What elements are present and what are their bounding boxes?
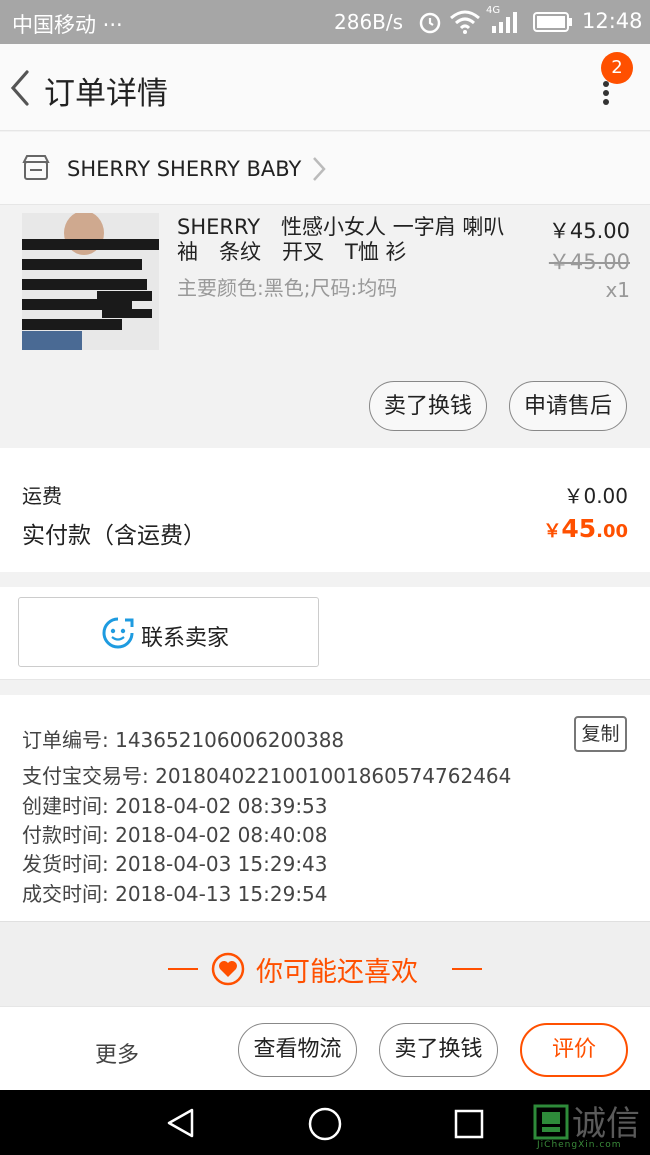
home-circle-icon[interactable] bbox=[307, 1106, 343, 1142]
paid-decimal: .00 bbox=[596, 521, 628, 542]
resell-button[interactable]: 卖了换钱 bbox=[369, 381, 487, 431]
recommend-header: 你可能还喜欢 bbox=[0, 922, 650, 1006]
product-image[interactable] bbox=[22, 213, 159, 350]
product-title[interactable]: SHERRY 性感小女人 一字肩 喇叭袖 条纹 开叉 T恤 衫 bbox=[177, 215, 507, 265]
copy-button[interactable]: 复制 bbox=[574, 716, 627, 752]
product-quantity: x1 bbox=[605, 278, 630, 302]
contact-seller-button[interactable]: 联系卖家 bbox=[18, 597, 319, 667]
shop-row[interactable]: SHERRY SHERRY BABY bbox=[0, 132, 650, 205]
chat-face-icon bbox=[102, 617, 134, 649]
chevron-right-icon bbox=[313, 157, 326, 181]
order-number: 订单编号: 143652106006200388 bbox=[22, 728, 345, 752]
divider bbox=[168, 968, 198, 970]
striped-top-image bbox=[22, 213, 159, 350]
alipay-trade-number: 支付宝交易号: 2018040221001001860574762464 bbox=[22, 764, 512, 788]
product-item: SHERRY 性感小女人 一字肩 喇叭袖 条纹 开叉 T恤 衫 主要颜色:黑色;… bbox=[0, 205, 650, 447]
product-sku: 主要颜色:黑色;尺码:均码 bbox=[177, 276, 398, 300]
resell-button[interactable]: 卖了换钱 bbox=[379, 1023, 498, 1077]
network-speed: 286B/s bbox=[334, 10, 404, 34]
shipping-label: 运费 bbox=[22, 484, 62, 508]
divider bbox=[452, 968, 482, 970]
more-menu-icon[interactable] bbox=[598, 80, 614, 106]
shop-name: SHERRY SHERRY BABY bbox=[67, 157, 302, 181]
page-title: 订单详情 bbox=[44, 76, 168, 112]
notification-badge: 2 bbox=[601, 52, 633, 84]
battery-icon bbox=[533, 12, 572, 32]
order-info: 订单编号: 143652106006200388 支付宝交易号: 2018040… bbox=[0, 695, 650, 922]
heart-icon bbox=[211, 952, 245, 986]
completed-time: 成交时间: 2018-04-13 15:29:54 bbox=[22, 882, 328, 906]
contact-section: 联系卖家 bbox=[0, 587, 650, 680]
watermark-subtext: JiChengXin.com bbox=[537, 1140, 622, 1150]
paid-amount: ￥45.00 bbox=[543, 514, 628, 543]
fee-summary: 运费 ￥0.00 实付款（含运费） ￥45.00 bbox=[0, 448, 650, 572]
recommend-label: 你可能还喜欢 bbox=[256, 957, 418, 988]
back-triangle-icon[interactable] bbox=[164, 1106, 198, 1140]
product-price: ￥45.00 bbox=[548, 219, 630, 243]
paid-time: 付款时间: 2018-04-02 08:40:08 bbox=[22, 823, 328, 847]
after-sales-button[interactable]: 申请售后 bbox=[509, 381, 627, 431]
recents-square-icon[interactable] bbox=[453, 1108, 485, 1140]
view-logistics-button[interactable]: 查看物流 bbox=[238, 1023, 357, 1077]
status-bar: 中国移动 ··· 286B/s 4G 12:48 bbox=[0, 0, 650, 44]
shipping-value: ￥0.00 bbox=[563, 484, 628, 508]
wifi-icon bbox=[450, 10, 480, 34]
watermark-text: 诚信 bbox=[572, 1104, 640, 1144]
created-time: 创建时间: 2018-04-02 08:39:53 bbox=[22, 794, 328, 818]
signal-icon bbox=[492, 12, 517, 33]
bottom-action-bar: 更多 查看物流 卖了换钱 评价 bbox=[0, 1006, 650, 1091]
original-price: ￥45.00 bbox=[548, 250, 630, 274]
store-icon bbox=[22, 155, 50, 180]
clock: 12:48 bbox=[582, 9, 643, 33]
alarm-icon bbox=[419, 12, 441, 34]
review-button[interactable]: 评价 bbox=[520, 1023, 628, 1077]
app-header: 订单详情 2 bbox=[0, 44, 650, 131]
shipped-time: 发货时间: 2018-04-03 15:29:43 bbox=[22, 852, 328, 876]
more-button[interactable]: 更多 bbox=[95, 1037, 139, 1069]
watermark-logo-icon bbox=[533, 1104, 569, 1140]
carrier-label: 中国移动 ··· bbox=[12, 13, 123, 37]
paid-integer: 45 bbox=[561, 514, 597, 543]
paid-currency: ￥ bbox=[543, 521, 562, 542]
contact-seller-label: 联系卖家 bbox=[141, 626, 230, 651]
paid-label: 实付款（含运费） bbox=[22, 523, 206, 549]
back-arrow-icon[interactable] bbox=[8, 69, 32, 107]
